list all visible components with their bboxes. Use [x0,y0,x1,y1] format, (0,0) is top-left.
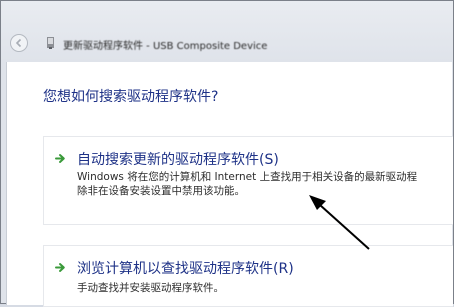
annotation-arrow-icon [309,195,370,250]
